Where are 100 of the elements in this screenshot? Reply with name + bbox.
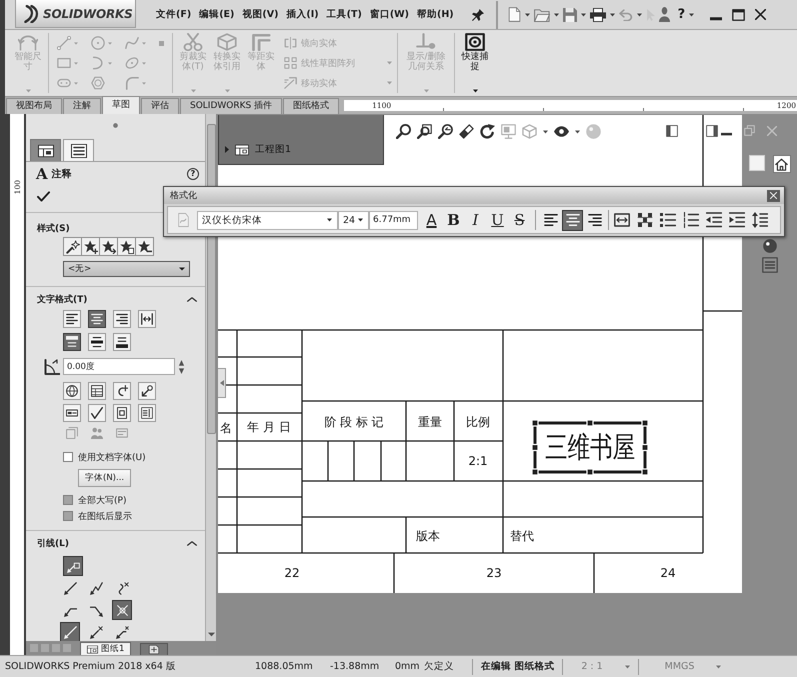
checkbox-label[interactable]: 使用文档字体(U) bbox=[78, 450, 146, 464]
collapsed-triangle-icon[interactable] bbox=[225, 146, 229, 153]
zoom-area-icon[interactable] bbox=[417, 124, 432, 139]
text-style-button[interactable]: S bbox=[511, 210, 528, 230]
alignment-button[interactable] bbox=[88, 310, 106, 328]
printer-icon[interactable] bbox=[590, 8, 606, 22]
font-dropdown[interactable]: 汉仪长仿宋体 bbox=[197, 210, 338, 230]
grip-dot-icon[interactable] bbox=[113, 122, 118, 128]
symbol-button[interactable] bbox=[113, 404, 131, 422]
insert-box-icon[interactable] bbox=[614, 212, 630, 228]
symbol-button[interactable] bbox=[138, 382, 156, 400]
alignment-button[interactable] bbox=[88, 333, 106, 351]
indent-decrease-icon[interactable] bbox=[706, 212, 722, 228]
style-button[interactable] bbox=[135, 237, 154, 256]
selection-frame[interactable] bbox=[531, 419, 649, 476]
open-folder-icon[interactable] bbox=[534, 8, 550, 22]
caret-icon[interactable] bbox=[554, 12, 559, 16]
size-dropdown[interactable]: 24 bbox=[338, 210, 369, 230]
dot-grid-icon[interactable] bbox=[637, 212, 653, 228]
caret-icon[interactable] bbox=[636, 12, 642, 16]
help-button[interactable]: ? bbox=[678, 8, 686, 22]
menu-item[interactable]: 帮助(H) bbox=[412, 8, 458, 21]
ribbon-tab[interactable]: 注解 bbox=[63, 98, 101, 114]
text-style-button[interactable]: A bbox=[423, 210, 440, 230]
alignment-button[interactable] bbox=[113, 310, 131, 328]
style-button[interactable] bbox=[117, 237, 136, 256]
home-button[interactable] bbox=[772, 155, 790, 173]
person-icon[interactable] bbox=[658, 7, 670, 22]
eye-icon[interactable] bbox=[554, 124, 569, 139]
panel-tab[interactable] bbox=[30, 139, 61, 161]
alignment-button[interactable] bbox=[113, 333, 131, 351]
caret-icon[interactable] bbox=[543, 130, 548, 134]
angle-field[interactable]: 0.00度 bbox=[63, 358, 175, 375]
style-button[interactable] bbox=[81, 237, 100, 256]
caret-icon[interactable] bbox=[575, 130, 580, 134]
spinner-icon[interactable] bbox=[178, 360, 185, 374]
section-plane-icon[interactable] bbox=[459, 124, 474, 139]
new-document-icon[interactable] bbox=[508, 7, 521, 22]
ribbon-tab[interactable]: SOLIDWORKS 插件 bbox=[180, 98, 282, 114]
close-button[interactable] bbox=[767, 190, 780, 202]
text-style-button[interactable]: U bbox=[489, 210, 506, 230]
ribbon-tab[interactable]: 图纸格式 bbox=[283, 98, 340, 114]
font-button[interactable]: 字体(N)... bbox=[78, 469, 132, 487]
chevron-up-icon[interactable] bbox=[187, 296, 197, 302]
panel-tab[interactable] bbox=[63, 139, 94, 161]
alignment-button[interactable] bbox=[138, 310, 156, 328]
style-dropdown[interactable]: <无> bbox=[63, 261, 190, 277]
menu-item[interactable]: 窗口(W) bbox=[366, 8, 413, 21]
pin-icon[interactable] bbox=[472, 8, 484, 20]
ribbon-tab[interactable]: 草图 bbox=[102, 96, 140, 114]
magnifier-icon[interactable] bbox=[396, 124, 411, 139]
panel-collapse-handle[interactable] bbox=[218, 368, 226, 398]
symbol-button[interactable] bbox=[63, 404, 81, 422]
close-icon[interactable] bbox=[755, 9, 766, 20]
right-pane-icon[interactable] bbox=[706, 125, 718, 137]
caret-icon[interactable] bbox=[524, 12, 530, 16]
indent-increase-icon[interactable] bbox=[729, 212, 745, 228]
rotate-arrow-icon[interactable] bbox=[480, 124, 495, 139]
style-button[interactable] bbox=[63, 237, 82, 256]
scroll-down-icon[interactable] bbox=[208, 632, 214, 637]
menu-item[interactable]: 文件(F) bbox=[152, 8, 196, 21]
tree-item[interactable]: 工程图1 bbox=[225, 143, 292, 156]
alignment-button[interactable] bbox=[63, 310, 81, 328]
symbol-button[interactable] bbox=[63, 382, 81, 400]
caret-icon[interactable] bbox=[580, 12, 586, 16]
alignment-button[interactable] bbox=[63, 333, 81, 351]
tile-icon[interactable] bbox=[748, 155, 764, 171]
text-style-button[interactable]: B bbox=[445, 210, 462, 230]
leader-button[interactable] bbox=[63, 556, 83, 576]
ribbon-tab[interactable]: 视图布局 bbox=[6, 98, 62, 114]
save-icon[interactable] bbox=[562, 8, 577, 22]
tick-list-icon[interactable] bbox=[683, 212, 699, 228]
caret-icon[interactable] bbox=[689, 12, 694, 16]
add-sheet-button[interactable] bbox=[140, 643, 168, 655]
ribbon-tab[interactable]: 评估 bbox=[141, 98, 179, 114]
leader-button[interactable] bbox=[60, 622, 80, 641]
check-icon[interactable] bbox=[37, 190, 50, 202]
menu-item[interactable]: 编辑(E) bbox=[195, 8, 238, 21]
maximize-icon[interactable] bbox=[732, 8, 746, 20]
symbol-button[interactable] bbox=[88, 404, 106, 422]
bullet-list-icon[interactable] bbox=[660, 212, 676, 228]
chevron-up-icon[interactable] bbox=[187, 540, 197, 546]
menu-item[interactable]: 工具(T) bbox=[322, 8, 366, 21]
menu-item[interactable]: 视图(V) bbox=[238, 8, 282, 21]
checkbox[interactable] bbox=[63, 452, 73, 462]
help-button[interactable]: ? bbox=[187, 168, 199, 180]
ribbon-button[interactable]: 快速捕捉 bbox=[460, 33, 490, 93]
symbol-button[interactable] bbox=[113, 382, 131, 400]
text-style-button[interactable]: I bbox=[467, 210, 484, 230]
caret-icon[interactable] bbox=[472, 89, 478, 93]
symbol-button[interactable] bbox=[88, 382, 106, 400]
menu-item[interactable]: 插入(I) bbox=[282, 8, 323, 21]
height-field[interactable]: 6.77mm bbox=[369, 210, 418, 230]
alignment-button[interactable] bbox=[562, 210, 583, 230]
symbol-button[interactable] bbox=[138, 404, 156, 422]
style-button[interactable] bbox=[99, 237, 118, 256]
caret-icon[interactable] bbox=[610, 12, 615, 16]
left-pane-icon[interactable] bbox=[666, 125, 678, 137]
line-spacing-icon[interactable] bbox=[752, 212, 768, 228]
leader-button[interactable] bbox=[112, 600, 132, 620]
